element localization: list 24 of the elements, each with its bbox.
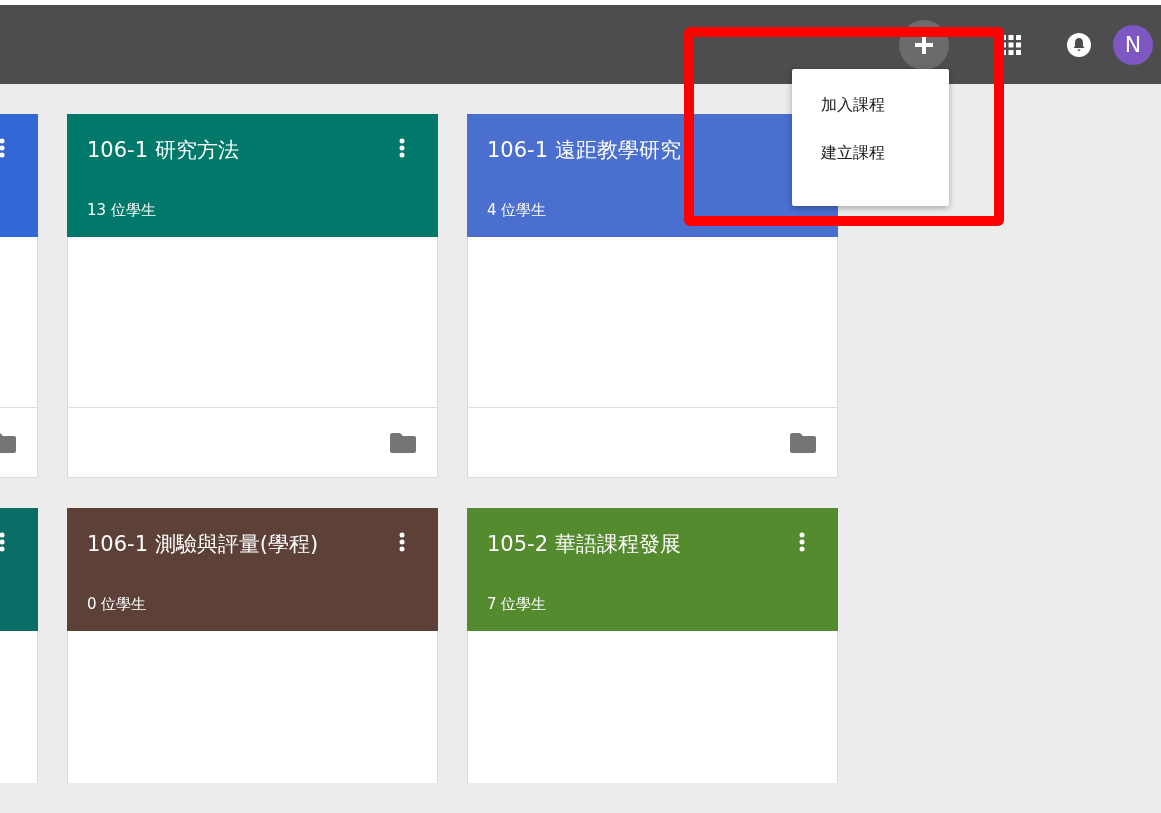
folder-icon[interactable]: [790, 432, 816, 453]
course-title[interactable]: 106-1 遠距教學研究: [487, 136, 681, 164]
grid-icon: [1001, 34, 1021, 55]
more-icon[interactable]: [0, 138, 5, 158]
account-avatar[interactable]: N: [1113, 24, 1153, 65]
plus-icon: [915, 35, 933, 54]
more-icon[interactable]: [399, 138, 405, 158]
bell-icon: [1067, 32, 1091, 57]
more-icon[interactable]: [0, 532, 5, 552]
course-title[interactable]: 106-1 測驗與評量(學程): [87, 530, 319, 558]
course-title[interactable]: 105-2 華語課程發展: [487, 530, 681, 558]
notifications-button[interactable]: [1067, 32, 1091, 57]
folder-icon[interactable]: [390, 432, 416, 453]
apps-button[interactable]: [1001, 34, 1021, 55]
course-card[interactable]: 106-1 研究方法 13 位學生: [67, 114, 438, 478]
student-count: 13 位學生: [87, 201, 156, 220]
more-icon[interactable]: [399, 532, 405, 552]
student-count: 7 位學生: [487, 595, 547, 614]
more-icon[interactable]: [799, 532, 805, 552]
student-count: 0 位學生: [87, 595, 147, 614]
course-card[interactable]: 106-1 測驗與評量(學程) 0 位學生: [67, 508, 438, 783]
course-card[interactable]: 105-2 華語課程發展 7 位學生: [467, 508, 838, 783]
student-count: 4 位學生: [487, 201, 547, 220]
course-title[interactable]: 106-1 研究方法: [87, 136, 239, 164]
